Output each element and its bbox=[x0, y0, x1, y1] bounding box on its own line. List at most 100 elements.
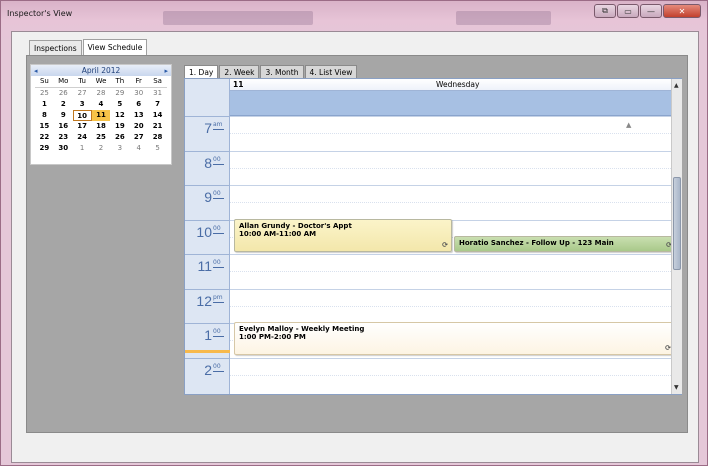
window-controls: ⧉ ▭ — ✕ bbox=[594, 4, 701, 18]
minimize-icon[interactable]: — bbox=[640, 4, 662, 18]
client-area: Inspections View Schedule ◂ April 2012 ▸… bbox=[11, 31, 699, 463]
grid-line bbox=[230, 357, 671, 359]
calendar-day[interactable]: 2 bbox=[54, 99, 73, 110]
calendar-day[interactable]: 19 bbox=[110, 121, 129, 132]
day-name: Wednesday bbox=[436, 80, 480, 89]
appointment-title: Allan Grundy - Doctor's Appt bbox=[239, 222, 352, 230]
hour-suffix: pm bbox=[213, 293, 223, 301]
hour-underline bbox=[213, 267, 224, 268]
calendar-day[interactable]: 30 bbox=[129, 88, 148, 99]
recurrence-icon: ⟳ bbox=[442, 241, 448, 249]
scroll-up-icon[interactable]: ▲ bbox=[626, 121, 631, 129]
hour-suffix: 00 bbox=[213, 259, 221, 266]
hour-underline bbox=[213, 370, 224, 372]
calendar-day[interactable]: 3 bbox=[110, 143, 129, 154]
calendar-day[interactable]: 8 bbox=[35, 110, 54, 121]
calendar-day[interactable]: 31 bbox=[148, 88, 167, 99]
calendar-day[interactable]: 23 bbox=[54, 132, 73, 143]
next-month-icon[interactable]: ▸ bbox=[164, 67, 168, 75]
all-day-area[interactable] bbox=[230, 91, 671, 116]
calendar-day[interactable]: 10 bbox=[72, 110, 92, 121]
calendar-day[interactable]: 27 bbox=[129, 132, 148, 143]
close-icon[interactable]: ✕ bbox=[663, 4, 701, 18]
appointment-allan-grundy[interactable]: Allan Grundy - Doctor's Appt 10:00 AM-11… bbox=[234, 219, 452, 252]
grid-line bbox=[230, 167, 671, 169]
hour-number: 8 bbox=[204, 154, 212, 171]
calendar-day[interactable]: 13 bbox=[129, 110, 148, 121]
maximize-icon[interactable]: ▭ bbox=[617, 4, 639, 18]
tab-inspections[interactable]: Inspections bbox=[29, 40, 82, 56]
calendar-day[interactable]: 18 bbox=[92, 121, 111, 132]
calendar-day[interactable]: 28 bbox=[92, 88, 111, 99]
tab-week[interactable]: 2. Week bbox=[219, 65, 260, 79]
hour-number: 11 bbox=[197, 258, 212, 274]
window-title: Inspector's View bbox=[7, 9, 73, 18]
hour-label: 2 00 bbox=[185, 357, 230, 393]
calendar-day[interactable]: 1 bbox=[35, 99, 54, 110]
dow-label: Fr bbox=[129, 77, 149, 88]
prev-month-icon[interactable]: ◂ bbox=[34, 67, 38, 75]
hour-label: 11 00 bbox=[185, 254, 230, 289]
hour-number: 2 bbox=[204, 361, 212, 378]
day-view: 7 am 8 00 9 00 10 00 11 00 12 pm 1 00 2 00 11 Wednesday… bbox=[184, 78, 682, 395]
grid-line bbox=[230, 185, 671, 186]
calendar-day[interactable]: 22 bbox=[35, 132, 54, 143]
calendar-day[interactable]: 16 bbox=[54, 121, 73, 132]
time-ruler: 7 am 8 00 9 00 10 00 11 00 12 pm 1 00 2 00 bbox=[185, 79, 230, 394]
calendar-day[interactable]: 14 bbox=[148, 110, 167, 121]
vertical-scrollbar[interactable]: ▲ ▼ bbox=[671, 79, 682, 394]
scroll-up-arrow-icon[interactable]: ▲ bbox=[674, 82, 679, 89]
calendar-day[interactable]: 15 bbox=[35, 121, 54, 132]
calendar-day[interactable]: 29 bbox=[110, 88, 129, 99]
calendar-day[interactable]: 5 bbox=[148, 143, 167, 154]
scrollbar-thumb[interactable] bbox=[673, 177, 681, 270]
hour-underline bbox=[213, 336, 224, 337]
calendar-day[interactable]: 7 bbox=[148, 99, 167, 110]
calendar-day[interactable]: 1 bbox=[73, 143, 92, 154]
schedule-panel: ◂ April 2012 ▸ Su Mo Tu We Th Fr Sa 25 26 27 28 29 3… bbox=[26, 55, 688, 433]
calendar-day[interactable]: 17 bbox=[73, 121, 92, 132]
calendar-day[interactable]: 24 bbox=[73, 132, 92, 143]
calendar-day[interactable]: 2 bbox=[92, 143, 111, 154]
calendar-day[interactable]: 29 bbox=[35, 143, 54, 154]
calendar-day[interactable]: 30 bbox=[54, 143, 73, 154]
calendar-day[interactable]: 28 bbox=[148, 132, 167, 143]
calendar-day[interactable]: 12 bbox=[110, 110, 129, 121]
calendar-day[interactable]: 4 bbox=[92, 99, 111, 110]
hour-number: 12 bbox=[196, 292, 212, 309]
tab-month[interactable]: 3. Month bbox=[260, 65, 304, 79]
current-time-marker bbox=[185, 350, 230, 353]
tab-view-schedule[interactable]: View Schedule bbox=[82, 39, 148, 56]
calendar-day[interactable]: 25 bbox=[35, 88, 54, 99]
scroll-down-arrow-icon[interactable]: ▼ bbox=[674, 384, 679, 391]
month-label: April 2012 bbox=[81, 66, 121, 75]
appointment-horatio-sanchez[interactable]: Horatio Sanchez - Follow Up - 123 Main ⟳ bbox=[454, 236, 676, 252]
calendar-day[interactable]: 20 bbox=[129, 121, 148, 132]
calendar-day[interactable]: 5 bbox=[110, 99, 129, 110]
dow-label: Tu bbox=[72, 77, 92, 88]
hour-label: 12 pm bbox=[185, 288, 230, 324]
calendar-day[interactable]: 6 bbox=[129, 99, 148, 110]
calendar-day[interactable]: 21 bbox=[148, 121, 167, 132]
calendar-day[interactable]: 9 bbox=[54, 110, 73, 121]
tab-list-view[interactable]: 4. List View bbox=[304, 65, 358, 79]
calendar-day[interactable]: 25 bbox=[92, 132, 111, 143]
calendar-day[interactable]: 26 bbox=[54, 88, 73, 99]
dow-label: We bbox=[91, 77, 111, 88]
title-bar[interactable]: Inspector's View ⧉ ▭ — ✕ bbox=[1, 1, 707, 29]
appointment-title: Evelyn Malloy - Weekly Meeting bbox=[239, 325, 365, 333]
calendar-day[interactable]: 4 bbox=[129, 143, 148, 154]
hour-number: 7 bbox=[204, 120, 212, 136]
calendar-day[interactable]: 27 bbox=[73, 88, 92, 99]
hour-underline bbox=[213, 301, 224, 303]
calendar-day[interactable]: 3 bbox=[73, 99, 92, 110]
calendar-day[interactable]: 11 bbox=[91, 110, 111, 121]
appointment-title: Horatio Sanchez - Follow Up - 123 Main bbox=[459, 239, 614, 247]
calendar-day[interactable]: 26 bbox=[110, 132, 129, 143]
hour-suffix: 00 bbox=[213, 224, 221, 232]
hour-label: 7 am bbox=[185, 116, 230, 151]
appointment-evelyn-malloy[interactable]: Evelyn Malloy - Weekly Meeting 1:00 PM-2… bbox=[234, 322, 675, 355]
restore-icon[interactable]: ⧉ bbox=[594, 4, 616, 18]
dow-label: Su bbox=[35, 77, 54, 88]
grid-line bbox=[230, 254, 671, 255]
